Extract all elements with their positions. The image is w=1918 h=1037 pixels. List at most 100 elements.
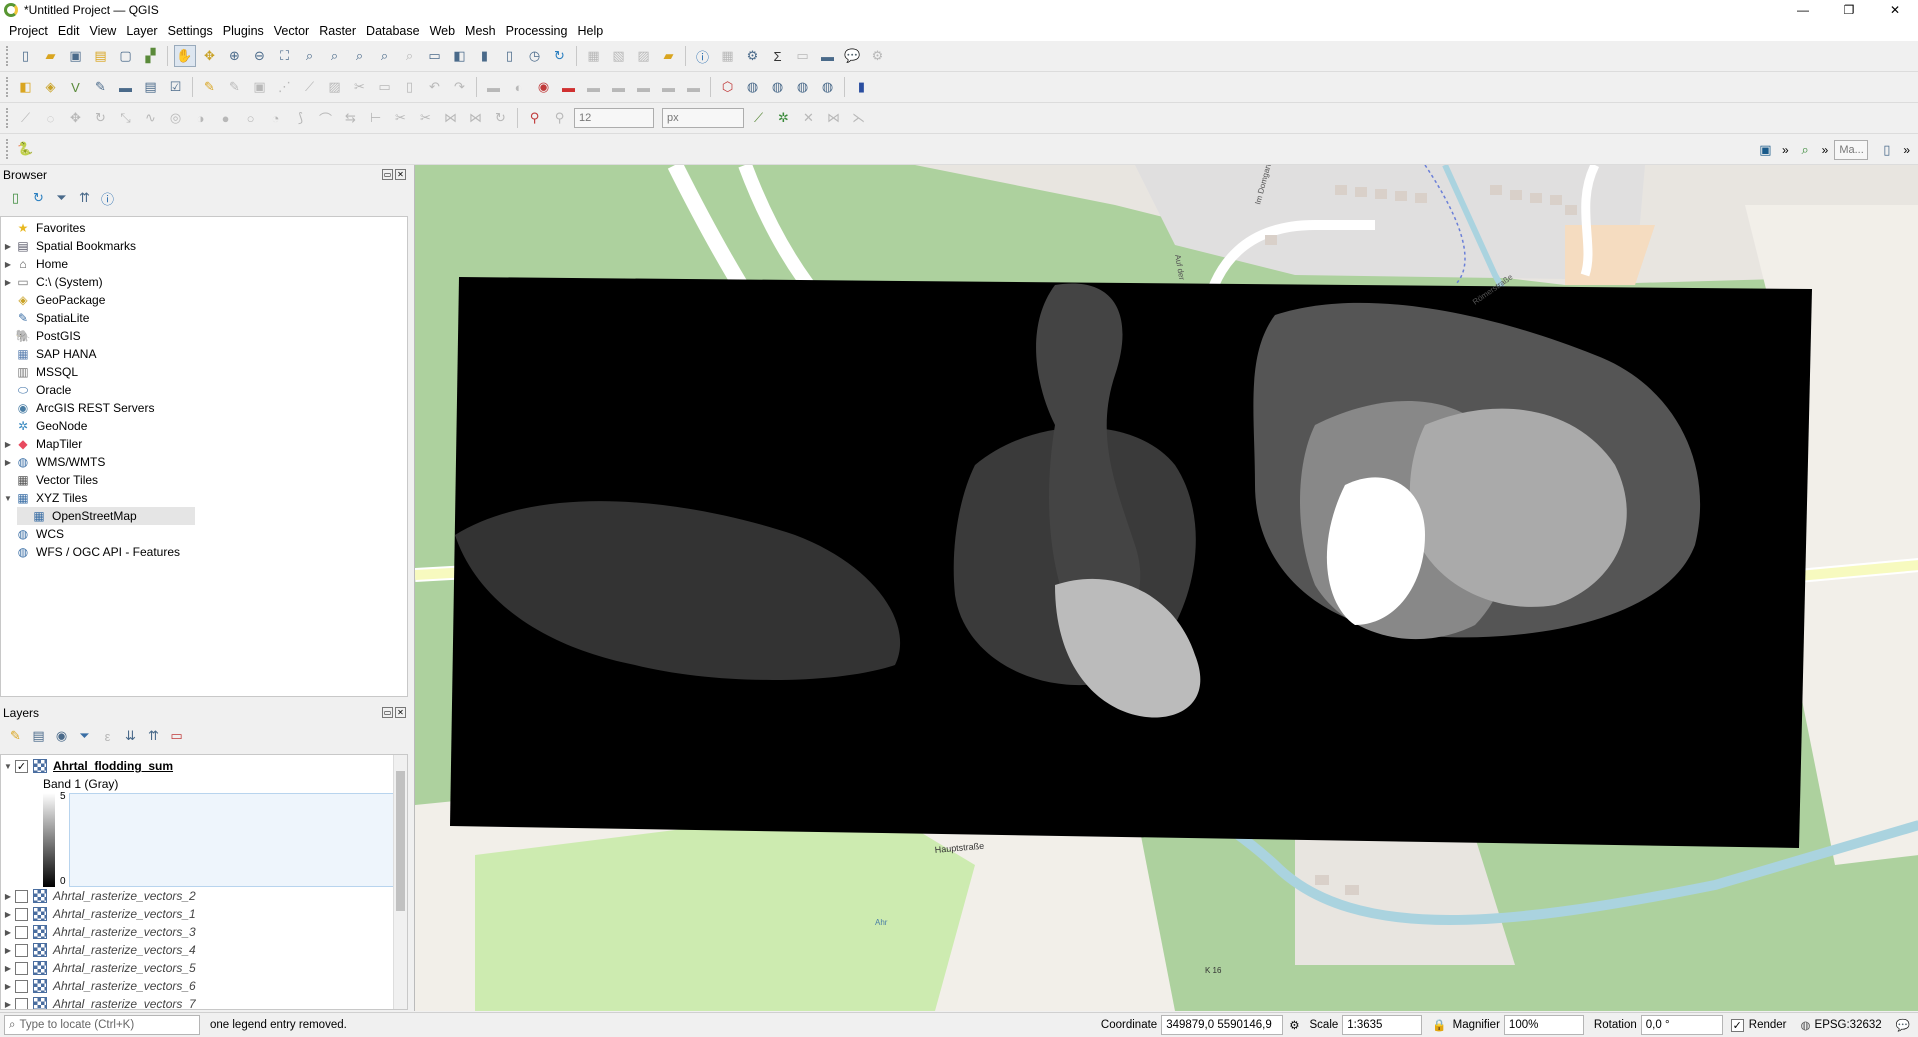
pin-labels-icon[interactable]: ◐ [508, 76, 530, 98]
browser-item[interactable]: 🐘 PostGIS [1, 327, 407, 345]
zoom-next-icon[interactable]: ⌕ [399, 45, 421, 67]
menu-plugins[interactable]: Plugins [218, 24, 269, 38]
refresh-icon[interactable]: ↻ [549, 45, 571, 67]
map-tips-icon[interactable]: 💬 [842, 45, 864, 67]
browser-item[interactable]: ◍ WCS [1, 525, 407, 543]
simplify-icon[interactable]: ∿ [140, 107, 162, 129]
measure-line-icon[interactable]: ▬ [817, 45, 839, 67]
attribute-table-icon[interactable]: ▦ [717, 45, 739, 67]
split-parts-icon[interactable]: ✂ [415, 107, 437, 129]
metasearch-icon[interactable]: ◍ [817, 76, 839, 98]
layer-item[interactable]: ▶ Ahrtal_rasterize_vectors_1 [1, 905, 407, 923]
manage-themes-icon[interactable]: ◉ [52, 726, 72, 746]
statistics-icon[interactable]: Σ [767, 45, 789, 67]
open-project-icon[interactable]: ▰ [40, 45, 62, 67]
browser-item[interactable]: ◉ ArcGIS REST Servers [1, 399, 407, 417]
merge-features-icon[interactable]: ⋈ [440, 107, 462, 129]
layer-visibility-checkbox[interactable] [15, 907, 28, 921]
reverse-line-icon[interactable]: ⇆ [340, 107, 362, 129]
menu-raster[interactable]: Raster [314, 24, 361, 38]
layer-name[interactable]: Ahrtal_rasterize_vectors_4 [53, 943, 196, 957]
layer-item[interactable]: ▶ Ahrtal_rasterize_vectors_6 [1, 977, 407, 995]
annotation-icon[interactable]: ⚙ [867, 45, 889, 67]
browser-item[interactable]: ★ Favorites [1, 219, 407, 237]
help-icon[interactable]: ▮ [851, 76, 873, 98]
snapping-magnet-icon[interactable]: ⚲ [524, 107, 546, 129]
fill-ring-icon[interactable]: ● [215, 107, 237, 129]
expand-arrow-icon[interactable]: ▶ [1, 964, 15, 973]
toolbar-grip[interactable] [6, 77, 9, 97]
crs-button[interactable]: EPSG:32632 [1815, 1019, 1882, 1031]
layer-name[interactable]: Ahrtal_rasterize_vectors_5 [53, 961, 196, 975]
rotate-feature-icon[interactable]: ↻ [90, 107, 112, 129]
self-snapping-icon[interactable]: ✕ [798, 107, 820, 129]
browser-item[interactable]: ◈ GeoPackage [1, 291, 407, 309]
change-label-icon[interactable]: ▬ [633, 76, 655, 98]
layer-visibility-checkbox[interactable] [15, 979, 28, 993]
coordinate-field[interactable]: 349879,0 5590146,9 [1161, 1015, 1284, 1035]
rotation-spinbox[interactable]: 0,0 ° [1640, 1015, 1723, 1035]
select-location-icon[interactable]: ▰ [658, 45, 680, 67]
tolerance-unit-select[interactable]: px [662, 108, 744, 128]
measure-area-icon[interactable]: ▭ [792, 45, 814, 67]
menu-vector[interactable]: Vector [269, 24, 314, 38]
new-spatialite-icon[interactable]: ✎ [90, 76, 112, 98]
cad-icon[interactable]: ⬡ [717, 76, 739, 98]
tolerance-spinbox[interactable]: 12 [574, 108, 654, 128]
zoom-native-icon[interactable]: ⌕ [349, 45, 371, 67]
save-as-icon[interactable]: ▤ [90, 45, 112, 67]
layer-name[interactable]: Ahrtal_rasterize_vectors_6 [53, 979, 196, 993]
maximize-button[interactable]: ❐ [1826, 0, 1872, 20]
layer-item[interactable]: ▶ Ahrtal_rasterize_vectors_2 [1, 887, 407, 905]
close-panel-icon[interactable]: ✕ [395, 707, 406, 718]
browser-item[interactable]: ▦ OpenStreetMap [17, 507, 195, 525]
toolbar-grip[interactable] [6, 139, 9, 159]
menu-project[interactable]: Project [4, 24, 53, 38]
browser-item[interactable]: ✲ GeoNode [1, 417, 407, 435]
filter-legend-icon[interactable]: ⏷ [75, 726, 95, 746]
layer-visibility-checkbox[interactable]: ✓ [15, 759, 28, 773]
browser-item[interactable]: ▶ ▤ Spatial Bookmarks [1, 237, 407, 255]
layer-visibility-checkbox[interactable] [15, 889, 28, 903]
tracing-icon[interactable]: ⋈ [823, 107, 845, 129]
new-virtual-layer-icon[interactable]: ▤ [140, 76, 162, 98]
pan-map-icon[interactable]: ✋ [173, 45, 196, 67]
layout-icon[interactable]: ▯ [1876, 139, 1898, 161]
current-edits-icon[interactable]: ✎ [199, 76, 221, 98]
minimize-button[interactable]: — [1780, 0, 1826, 20]
refresh-icon[interactable]: ↻ [29, 188, 49, 208]
lock-scale-icon[interactable]: 🔒 [1432, 1018, 1446, 1032]
gps-panel-icon[interactable]: ▣ [1754, 139, 1776, 161]
locator-input[interactable]: ⌕ Type to locate (Ctrl+K) [4, 1015, 200, 1035]
delete-ring-icon[interactable]: ○ [240, 107, 262, 129]
layer-item[interactable]: ▶ Ahrtal_rasterize_vectors_3 [1, 923, 407, 941]
browser-item[interactable]: ▶ ⌂ Home [1, 255, 407, 273]
processing-toolbox-icon[interactable]: ⚙ [742, 45, 764, 67]
python-console-icon[interactable]: 🐍 [15, 138, 37, 160]
highlight-labels-icon[interactable]: ◉ [533, 76, 555, 98]
undo-icon[interactable]: ↶ [424, 76, 446, 98]
toggle-extents-icon[interactable]: ⚙ [1289, 1018, 1299, 1032]
pan-to-selection-icon[interactable]: ✥ [199, 45, 221, 67]
layer-name[interactable]: Ahrtal_rasterize_vectors_2 [53, 889, 196, 903]
split-features-icon[interactable]: ✂ [390, 107, 412, 129]
move-feature-icon[interactable]: ✥ [65, 107, 87, 129]
save-edits-icon[interactable]: ▣ [249, 76, 271, 98]
browser-item[interactable]: ✎ SpatiaLite [1, 309, 407, 327]
magnifier-spinbox[interactable]: 100% [1503, 1015, 1584, 1035]
new-3d-view-icon[interactable]: ◧ [449, 45, 471, 67]
menu-web[interactable]: Web [425, 24, 460, 38]
add-group-icon[interactable]: ▤ [29, 726, 49, 746]
paste-features-icon[interactable]: ▯ [399, 76, 421, 98]
layer-item[interactable]: ▶ Ahrtal_rasterize_vectors_7 [1, 995, 407, 1009]
layer-visibility-checkbox[interactable] [15, 925, 28, 939]
collapse-all-icon[interactable]: ⇈ [75, 188, 95, 208]
snap-mode-icon[interactable]: ⚲ [549, 107, 571, 129]
zoom-to-layer-icon[interactable]: ⌕ [324, 45, 346, 67]
zoom-to-selection-icon[interactable]: ⌕ [299, 45, 321, 67]
check-geometry-icon[interactable]: ☑ [165, 76, 187, 98]
add-ring-icon[interactable]: ◎ [165, 107, 187, 129]
browser-item[interactable]: ▦ SAP HANA [1, 345, 407, 363]
menu-view[interactable]: View [84, 24, 121, 38]
render-checkbox[interactable]: ✓ [1730, 1018, 1744, 1032]
